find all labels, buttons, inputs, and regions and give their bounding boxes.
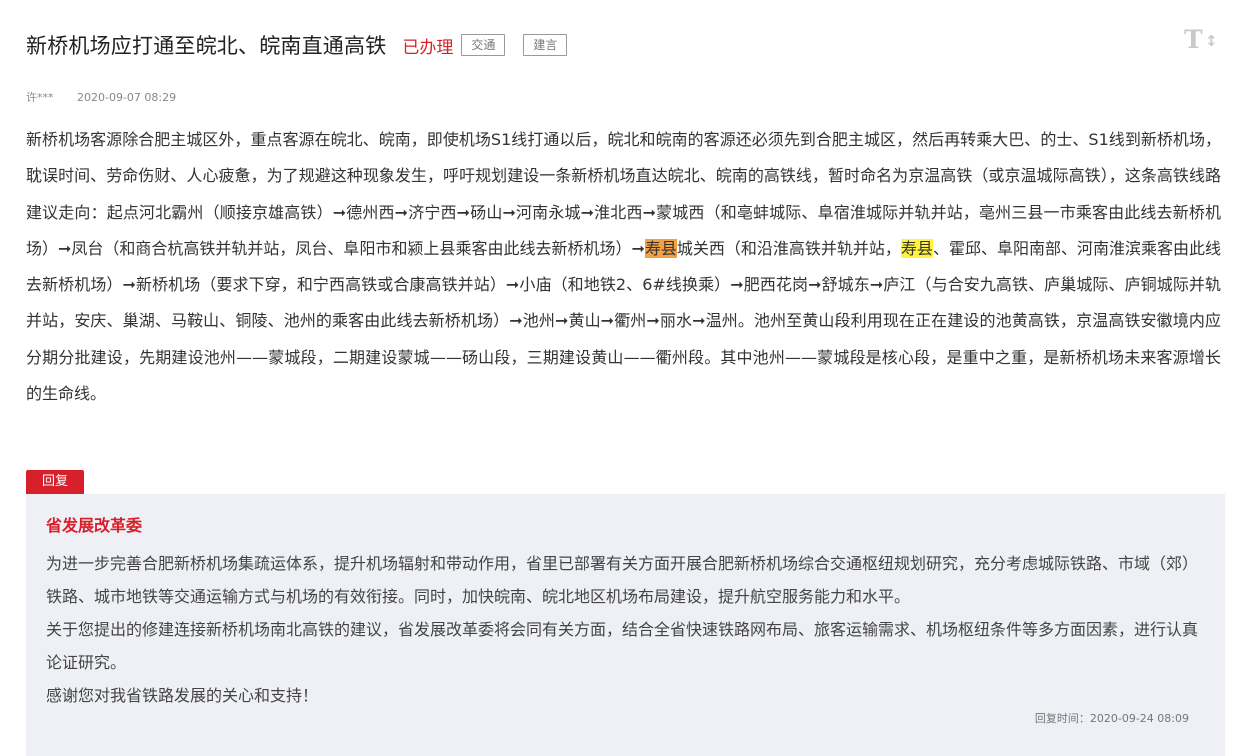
reply-body: 为进一步完善合肥新桥机场集疏运体系，提升机场辐射和带动作用，省里已部署有关方面开… [46,547,1206,712]
post-date: 2020-09-07 08:29 [77,91,177,104]
post-meta: 许*** 2020-09-07 08:29 [26,89,176,105]
author-name: 许*** [26,91,54,104]
font-size-toggle-icon[interactable]: T ↕ [1184,25,1218,54]
highlight-keyword-current: 寿县 [644,238,677,258]
reply-paragraph: 为进一步完善合肥新桥机场集疏运体系，提升机场辐射和带动作用，省里已部署有关方面开… [46,554,1199,606]
reply-paragraph: 关于您提出的修建连接新桥机场南北高铁的建议，省发展改革委将会同有关方面，结合全省… [46,620,1199,672]
reply-time: 回复时间：2020-09-24 08:09 [1034,712,1189,725]
highlight-keyword: 寿县 [900,238,933,258]
reply-organization: 省发展改革委 [46,516,143,535]
category-tag-suggestion[interactable]: 建言 [523,34,568,56]
title-row: 新桥机场应打通至皖北、皖南直通高铁 已办理 交通 建言 [26,30,568,60]
reply-badge: 回复 [26,470,84,494]
message-text-part3: 、霍邱、阜阳南部、河南淮滨乘客由此线去新桥机场）➞新桥机场（要求下穿，和宁西高铁… [26,238,1221,404]
message-body: 新桥机场客源除合肥主城区外，重点客源在皖北、皖南，即使机场S1线打通以后，皖北和… [26,122,1221,412]
reply-panel: 省发展改革委 为进一步完善合肥新桥机场集疏运体系，提升机场辐射和带动作用，省里已… [26,494,1225,756]
up-down-arrow-icon: ↕ [1205,32,1218,50]
page-title: 新桥机场应打通至皖北、皖南直通高铁 [26,34,387,58]
message-text-part2: 城关西（和沿淮高铁并轨并站， [676,238,901,258]
category-tag-transport[interactable]: 交通 [461,34,506,56]
font-toggle-letter: T [1184,25,1203,54]
reply-paragraph: 感谢您对我省铁路发展的关心和支持！ [46,686,319,705]
status-label: 已办理 [402,37,454,58]
